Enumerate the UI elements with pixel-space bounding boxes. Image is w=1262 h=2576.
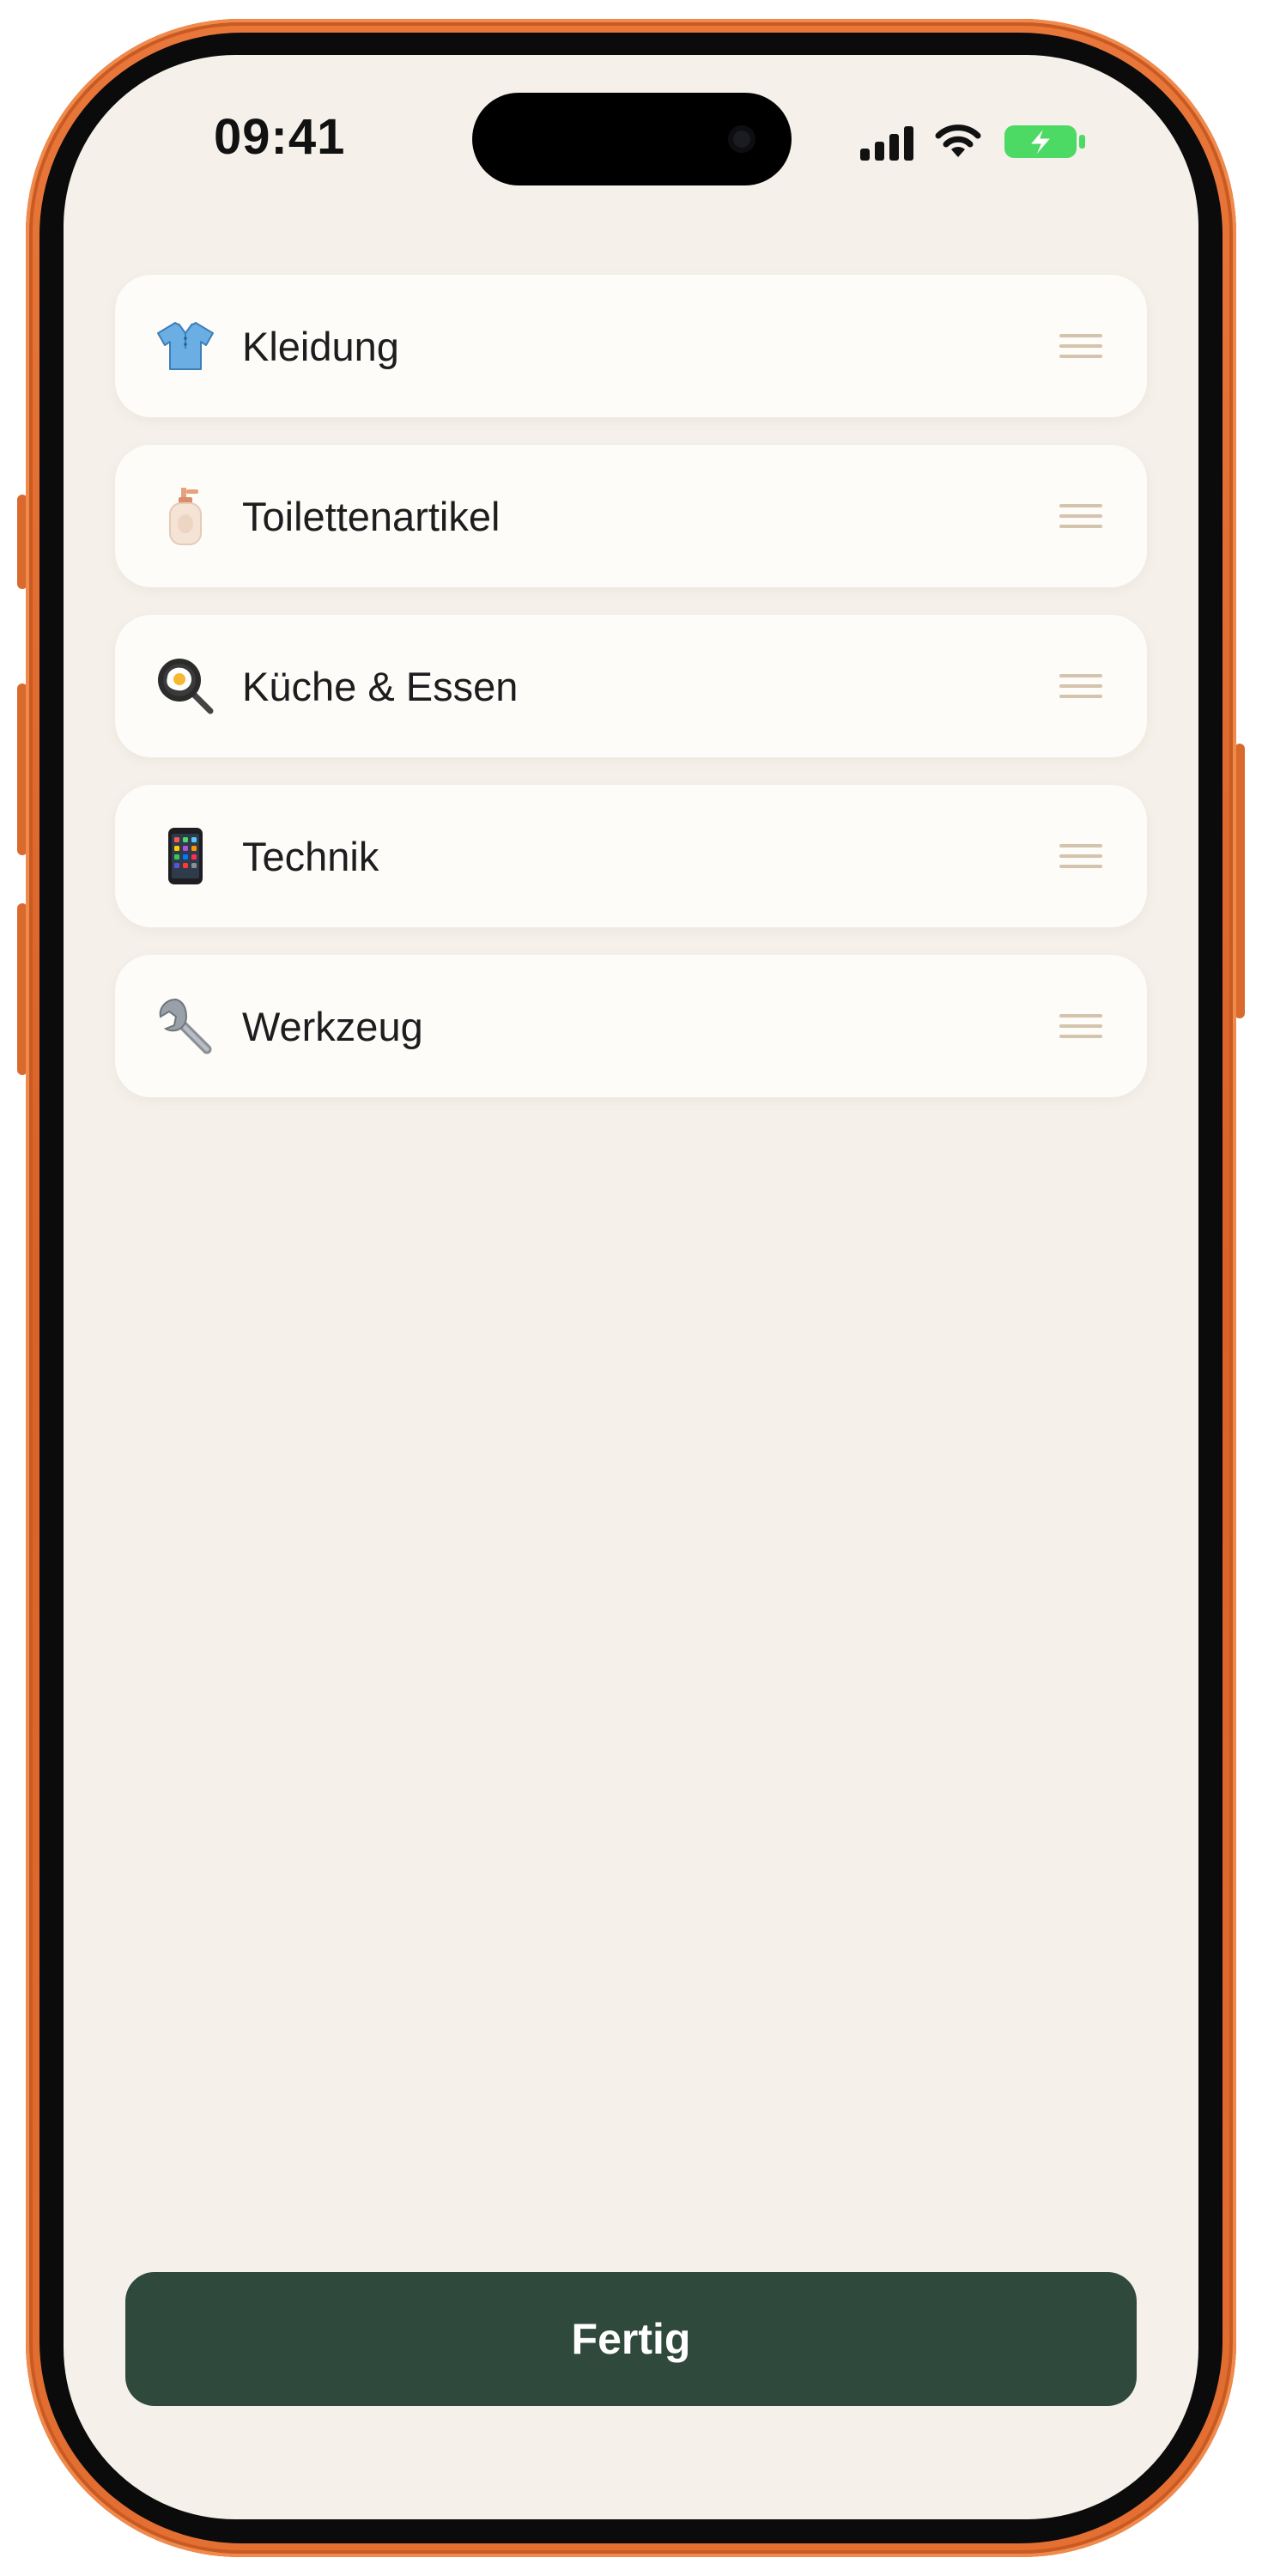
drag-handle-icon[interactable] [1059,1014,1102,1038]
category-label: Toilettenartikel [242,493,501,539]
drag-handle-icon[interactable] [1059,504,1102,528]
wrench-icon [155,995,216,1057]
status-icons [860,122,1089,165]
front-camera-icon [728,125,755,153]
category-row-kleidung[interactable]: Kleidung [115,275,1147,417]
lotion-bottle-icon [155,485,216,547]
page: 09:41 Kleidung Toilettenartikel Küche & … [0,0,1262,2576]
battery-charging-icon [1003,122,1089,165]
drag-handle-icon[interactable] [1059,844,1102,868]
done-button[interactable]: Fertig [125,2272,1137,2406]
app-screen: 09:41 Kleidung Toilettenartikel Küche & … [64,55,1198,2519]
category-label: Technik [242,833,379,879]
category-row-technik[interactable]: Technik [115,785,1147,927]
category-row-toilettenartikel[interactable]: Toilettenartikel [115,445,1147,587]
frying-pan-icon [155,655,216,717]
drag-handle-icon[interactable] [1059,334,1102,358]
dynamic-island [472,93,792,185]
category-list: Kleidung Toilettenartikel Küche & Essen … [115,275,1147,1125]
wifi-icon [932,123,984,164]
shirt-icon [155,315,216,377]
cellular-signal-icon [860,126,913,161]
drag-handle-icon[interactable] [1059,674,1102,698]
smartphone-icon [155,825,216,887]
category-row-kueche-essen[interactable]: Küche & Essen [115,615,1147,757]
status-time: 09:41 [214,109,346,165]
category-label: Küche & Essen [242,663,519,709]
category-label: Kleidung [242,323,399,369]
category-row-werkzeug[interactable]: Werkzeug [115,955,1147,1097]
category-label: Werkzeug [242,1003,423,1049]
